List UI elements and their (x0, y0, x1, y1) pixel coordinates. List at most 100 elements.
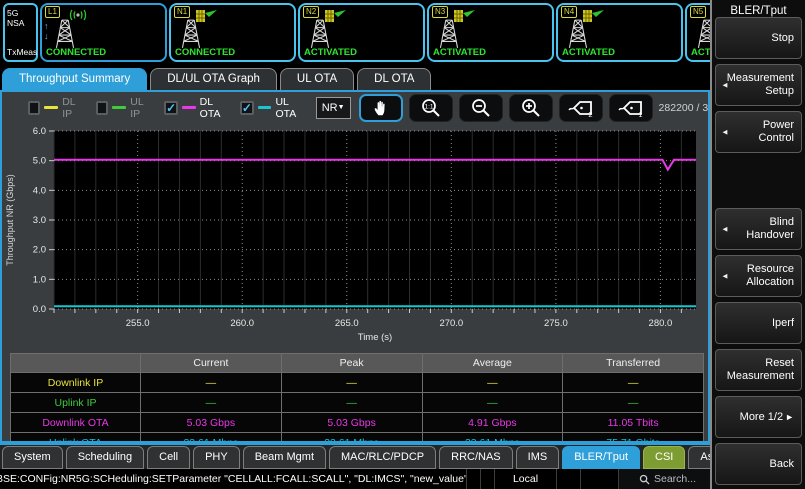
reset-measurement-button[interactable]: Reset Measurement (715, 349, 802, 391)
measurement-setup-button[interactable]: ◄Measurement Setup (715, 64, 802, 106)
iperf-button[interactable]: Iperf (715, 302, 802, 344)
cell-id-badge: L1 (45, 6, 60, 18)
table-cell: — (281, 373, 422, 393)
legend-item-ul-ota: ✓UL OTA (240, 96, 302, 120)
legend-checkbox[interactable] (96, 101, 108, 115)
y-axis-label: Throughput NR (Gbps) (5, 174, 15, 266)
function-tab-system[interactable]: System (2, 446, 63, 469)
back-button[interactable]: Back (715, 443, 802, 485)
pan-hand-button[interactable] (359, 94, 403, 122)
cell-id-badge: N1 (174, 6, 190, 18)
table-cell: 4.91 Gbps (422, 413, 563, 433)
legend-label: DL OTA (200, 96, 226, 120)
zoom-1-1-button[interactable]: 1:1 (409, 94, 453, 122)
softkey-label: Reset Measurement (727, 357, 794, 383)
tab-dl-ota[interactable]: DL OTA (357, 68, 431, 90)
cell-status: ACTIVATED (562, 47, 615, 58)
function-tab-scheduling[interactable]: Scheduling (66, 446, 144, 469)
table-row: Downlink OTA5.03 Gbps5.03 Gbps4.91 Gbps1… (11, 413, 704, 433)
cell-tower-icon (695, 18, 710, 50)
cell-box-n3[interactable]: N3 ACTIVATED (427, 3, 554, 62)
function-tab-csi[interactable]: CSI (643, 446, 685, 469)
function-tab-rrc-nas[interactable]: RRC/NAS (439, 446, 513, 469)
search-input[interactable]: Search... (618, 469, 710, 489)
zoom-in-button[interactable] (509, 94, 553, 122)
svg-text:1.0: 1.0 (33, 274, 46, 285)
zoom-out-button[interactable] (459, 94, 503, 122)
blind-handover-button[interactable]: ◄Blind Handover (715, 208, 802, 250)
antenna-panel-icon (324, 9, 348, 23)
softkey-label: Iperf (772, 317, 794, 330)
table-cell: 11.05 Tbits (563, 413, 704, 433)
row-label: Uplink OTA (11, 433, 141, 444)
cell-status-bar: 5G NSA TxMeas L1↑↓CONNECTED N1 CONNECTED N2… (0, 0, 710, 64)
series-legend: DL IPUL IP✓DL OTA✓UL OTA (28, 96, 316, 120)
softkey-label: More 1/2 (740, 411, 783, 424)
softkey-label: Measurement Setup (727, 72, 794, 98)
cell-status: ACTIVATED (433, 47, 486, 58)
function-tab-cell[interactable]: Cell (147, 446, 190, 469)
status-cell (466, 469, 480, 489)
legend-color-line (44, 106, 59, 109)
svg-text:0.0: 0.0 (33, 304, 46, 315)
zoom-region-2-icon: 2 (567, 98, 595, 118)
legend-label: DL IP (62, 96, 82, 120)
flyout-arrow-icon: ◄ (721, 79, 729, 92)
cell-box-n4[interactable]: N4 ACTIVATED (556, 3, 683, 62)
softkey-label: Power Control (730, 119, 794, 145)
status-cell (556, 469, 580, 489)
softkey-label: Blind Handover (730, 216, 794, 242)
mode-box: 5G NSA TxMeas (3, 3, 38, 62)
svg-text:4.0: 4.0 (33, 185, 46, 196)
search-placeholder: Search... (654, 473, 696, 485)
stop-button[interactable]: Stop (715, 17, 802, 59)
cell-id-badge: N3 (432, 6, 448, 18)
sample-counter: 282200 / 360000 (659, 102, 710, 114)
antenna-panel-icon (453, 9, 477, 23)
cell-box-n2[interactable]: N2 ACTIVATED (298, 3, 425, 62)
function-tab-phy[interactable]: PHY (193, 446, 240, 469)
tab-throughput-summary[interactable]: Throughput Summary (2, 68, 147, 90)
tab-dl-ul-ota-graph[interactable]: DL/UL OTA Graph (150, 68, 277, 90)
legend-checkbox[interactable] (28, 101, 40, 115)
cell-box-n1[interactable]: N1 CONNECTED (169, 3, 296, 62)
x-axis-label: Time (s) (358, 332, 392, 343)
row-label: Downlink OTA (11, 413, 141, 433)
zoom-region-2-button[interactable]: 2 (559, 94, 603, 122)
tab-ul-ota[interactable]: UL OTA (280, 68, 354, 90)
local-button[interactable]: Local (494, 469, 556, 489)
cell-box-n5[interactable]: N5ACTIVATED (685, 3, 710, 62)
table-header-row: CurrentPeakAverageTransferred (11, 354, 704, 373)
scpi-command-text: BSE:CONFig:NR5G:SCHeduling:SETParameter … (0, 469, 466, 489)
softkey-label: Stop (771, 32, 794, 45)
antenna-panel-icon (582, 9, 606, 23)
svg-text:2.0: 2.0 (33, 245, 46, 256)
cell-status: CONNECTED (46, 47, 106, 58)
cell-id-badge: N2 (303, 6, 319, 18)
function-tab-beam-mgmt[interactable]: Beam Mgmt (243, 446, 326, 469)
power-control-button[interactable]: ◄Power Control (715, 111, 802, 153)
table-cell: 33.61 Mbps (141, 433, 282, 444)
table-cell: — (563, 373, 704, 393)
cell-id-badge: N4 (561, 6, 577, 18)
resource-allocation-button[interactable]: ◄Resource Allocation (715, 255, 802, 297)
zoom-region-1-button[interactable]: 1 (609, 94, 653, 122)
legend-checkbox[interactable]: ✓ (164, 101, 178, 115)
function-tab-mac-rlc-pdcp[interactable]: MAC/RLC/PDCP (329, 446, 436, 469)
function-tab-ims[interactable]: IMS (516, 446, 560, 469)
cell-status: CONNECTED (175, 47, 235, 58)
beam-icon (334, 10, 346, 17)
table-cell: 5.03 Gbps (281, 413, 422, 433)
more-1-2-button[interactable]: More 1/2► (715, 396, 802, 438)
cell-status: ACTIVATED (304, 47, 357, 58)
throughput-chart[interactable]: 0.01.02.03.04.05.06.0255.0260.0265.0270.… (2, 123, 708, 349)
rat-select[interactable]: NR ▼ (316, 97, 351, 119)
table-cell: — (281, 393, 422, 413)
table-cell: — (141, 373, 282, 393)
function-tab-bler-tput[interactable]: BLER/Tput (562, 446, 640, 469)
chart-svg: 0.01.02.03.04.05.06.0255.0260.0265.0270.… (2, 123, 706, 349)
legend-checkbox[interactable]: ✓ (240, 101, 254, 115)
cell-box-l1[interactable]: L1↑↓CONNECTED (40, 3, 167, 62)
flyout-arrow-icon: ◄ (721, 126, 729, 139)
beam-icon (205, 10, 217, 17)
